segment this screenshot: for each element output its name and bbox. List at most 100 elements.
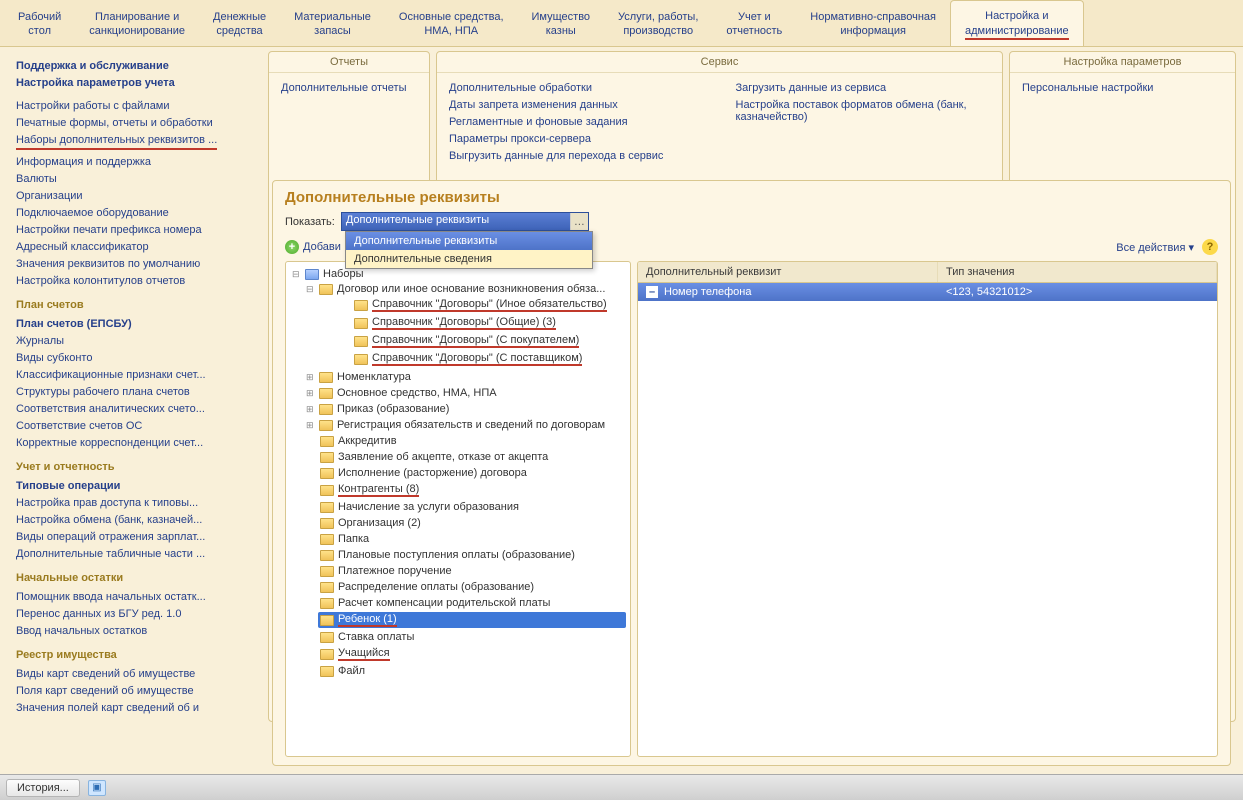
sidebar-link[interactable]: Валюты bbox=[16, 170, 252, 187]
expand-icon[interactable]: ⊞ bbox=[306, 404, 315, 415]
sidebar-link[interactable]: Перенос данных из БГУ ред. 1.0 bbox=[16, 605, 252, 622]
panel-link[interactable]: Загрузить данные из сервиса bbox=[736, 79, 991, 96]
history-button[interactable]: История... bbox=[6, 779, 80, 797]
sidebar-link[interactable]: Классификационные признаки счет... bbox=[16, 366, 252, 383]
sidebar-link[interactable]: План счетов (ЕПСБУ) bbox=[16, 315, 252, 332]
tree-node-label[interactable]: Платежное поручение bbox=[338, 565, 452, 577]
tab-reference[interactable]: Нормативно-справочная информация bbox=[796, 0, 950, 46]
tree-node-label-selected[interactable]: Ребенок (1) bbox=[338, 613, 397, 627]
collapse-icon[interactable]: ⊟ bbox=[306, 284, 315, 295]
filter-select[interactable]: Дополнительные реквизиты … bbox=[341, 212, 589, 231]
sidebar-params[interactable]: Настройка параметров учета bbox=[16, 74, 252, 91]
panel-link[interactable]: Настройка поставок форматов обмена (банк… bbox=[736, 96, 991, 125]
tree-node-label[interactable]: Контрагенты (8) bbox=[338, 483, 419, 497]
sidebar-link[interactable]: Виды операций отражения зарплат... bbox=[16, 528, 252, 545]
table-row-selected[interactable]: –Номер телефона <123, 54321012> bbox=[638, 283, 1217, 301]
dropdown-item[interactable]: Дополнительные реквизиты bbox=[346, 232, 592, 250]
tree-node-label[interactable]: Справочник "Договоры" (С покупателем) bbox=[372, 334, 579, 348]
sidebar-link[interactable]: Адресный классификатор bbox=[16, 238, 252, 255]
sidebar-link[interactable]: Печатные формы, отчеты и обработки bbox=[16, 114, 252, 131]
panel-link[interactable]: Параметры прокси-сервера bbox=[449, 130, 704, 147]
expand-icon[interactable]: ⊞ bbox=[306, 420, 315, 431]
folder-icon bbox=[320, 566, 334, 577]
sidebar-link[interactable]: Виды субконто bbox=[16, 349, 252, 366]
add-button[interactable]: + Добави bbox=[285, 240, 341, 254]
tree-node-label[interactable]: Справочник "Договоры" (Иное обязательств… bbox=[372, 298, 607, 312]
sidebar-link[interactable]: Дополнительные табличные части ... bbox=[16, 545, 252, 562]
sidebar-link[interactable]: Соответствие счетов ОС bbox=[16, 417, 252, 434]
sidebar-link[interactable]: Значения полей карт сведений об и bbox=[16, 699, 252, 716]
tree-node-label[interactable]: Исполнение (расторжение) договора bbox=[338, 467, 527, 479]
tree-node-label[interactable]: Расчет компенсации родительской платы bbox=[338, 597, 550, 609]
windows-icon[interactable]: ▣ bbox=[88, 780, 106, 796]
sidebar-link[interactable]: Виды карт сведений об имуществе bbox=[16, 665, 252, 682]
panel-link[interactable]: Персональные настройки bbox=[1022, 79, 1223, 96]
panel-link[interactable]: Дополнительные отчеты bbox=[281, 79, 417, 96]
tree-node-label[interactable]: Аккредитив bbox=[338, 435, 397, 447]
sidebar-link[interactable]: Журналы bbox=[16, 332, 252, 349]
all-actions-button[interactable]: Все действия ▾ bbox=[1116, 241, 1194, 254]
sidebar-link[interactable]: Структуры рабочего плана счетов bbox=[16, 383, 252, 400]
sidebar-section-reestr: Реестр имущества bbox=[16, 649, 252, 661]
sidebar-link[interactable]: Подключаемое оборудование bbox=[16, 204, 252, 221]
sidebar-link[interactable]: Настройки работы с файлами bbox=[16, 97, 252, 114]
tree-node-label[interactable]: Наборы bbox=[323, 268, 364, 280]
sidebar-support[interactable]: Поддержка и обслуживание bbox=[16, 57, 252, 74]
sidebar-link[interactable]: Настройка обмена (банк, казначей... bbox=[16, 511, 252, 528]
sidebar-link[interactable]: Значения реквизитов по умолчанию bbox=[16, 255, 252, 272]
tab-admin[interactable]: Настройка и администрирование bbox=[950, 0, 1084, 46]
sidebar-link[interactable]: Организации bbox=[16, 187, 252, 204]
dropdown-item[interactable]: Дополнительные сведения bbox=[346, 250, 592, 268]
sidebar-link[interactable]: Типовые операции bbox=[16, 477, 252, 494]
sidebar-link[interactable]: Поля карт сведений об имуществе bbox=[16, 682, 252, 699]
tree-view[interactable]: ⊟ Наборы ⊟ Договор или иное основание возн… bbox=[285, 261, 631, 757]
sidebar-link[interactable]: Соответствия аналитических счето... bbox=[16, 400, 252, 417]
table-header[interactable]: Дополнительный реквизит bbox=[638, 262, 938, 282]
tab-cash[interactable]: Денежные средства bbox=[199, 0, 280, 46]
tab-treasury[interactable]: Имущество казны bbox=[518, 0, 605, 46]
tree-node-label[interactable]: Учащийся bbox=[338, 647, 390, 661]
tree-node-label[interactable]: Плановые поступления оплаты (образование… bbox=[338, 549, 575, 561]
tree-node-label[interactable]: Ставка оплаты bbox=[338, 631, 414, 643]
tree-node-label[interactable]: Договор или иное основание возникновения… bbox=[337, 283, 605, 295]
folder-icon bbox=[354, 336, 368, 347]
tree-node-label[interactable]: Папка bbox=[338, 533, 369, 545]
tab-materials[interactable]: Материальные запасы bbox=[280, 0, 385, 46]
tree-node-label[interactable]: Приказ (образование) bbox=[337, 403, 449, 415]
expand-icon[interactable]: ⊞ bbox=[306, 388, 315, 399]
panel-link[interactable]: Выгрузить данные для перехода в сервис bbox=[449, 147, 704, 164]
table-header[interactable]: Тип значения bbox=[938, 262, 1217, 282]
expand-icon[interactable]: ⊞ bbox=[306, 372, 315, 383]
tab-planning[interactable]: Планирование и санкционирование bbox=[75, 0, 199, 46]
tree-node-label[interactable]: Файл bbox=[338, 665, 365, 677]
sidebar-link[interactable]: Настройка прав доступа к типовы... bbox=[16, 494, 252, 511]
tab-services[interactable]: Услуги, работы, производство bbox=[604, 0, 712, 46]
sidebar-link[interactable]: Корректные корреспонденции счет... bbox=[16, 434, 252, 451]
panel-link[interactable]: Дополнительные обработки bbox=[449, 79, 704, 96]
table-cell: <123, 54321012> bbox=[938, 283, 1217, 301]
panel-link[interactable]: Регламентные и фоновые задания bbox=[449, 113, 704, 130]
sidebar-link[interactable]: Настройка колонтитулов отчетов bbox=[16, 272, 252, 289]
tab-assets[interactable]: Основные средства, НМА, НПА bbox=[385, 0, 518, 46]
sidebar-link-selected[interactable]: Наборы дополнительных реквизитов ... bbox=[16, 131, 217, 150]
tree-node-label[interactable]: Распределение оплаты (образование) bbox=[338, 581, 534, 593]
folder-icon bbox=[320, 550, 334, 561]
tree-node-label[interactable]: Основное средство, НМА, НПА bbox=[337, 387, 497, 399]
tree-node-label[interactable]: Организация (2) bbox=[338, 517, 421, 529]
tree-node-label[interactable]: Заявление об акцепте, отказе от акцепта bbox=[338, 451, 548, 463]
help-icon[interactable]: ? bbox=[1202, 239, 1218, 255]
tab-desktop[interactable]: Рабочий стол bbox=[4, 0, 75, 46]
sidebar-link[interactable]: Информация и поддержка bbox=[16, 153, 252, 170]
tree-node-label[interactable]: Справочник "Договоры" (Общие) (3) bbox=[372, 316, 556, 330]
tree-node-label[interactable]: Справочник "Договоры" (С поставщиком) bbox=[372, 352, 582, 366]
sidebar-link[interactable]: Ввод начальных остатков bbox=[16, 622, 252, 639]
tree-node-label[interactable]: Начисление за услуги образования bbox=[338, 501, 519, 513]
tree-node-label[interactable]: Регистрация обязательств и сведений по д… bbox=[337, 419, 605, 431]
sidebar-link[interactable]: Помощник ввода начальных остатк... bbox=[16, 588, 252, 605]
sidebar-link[interactable]: Настройки печати префикса номера bbox=[16, 221, 252, 238]
ellipsis-icon[interactable]: … bbox=[570, 213, 588, 230]
panel-link[interactable]: Даты запрета изменения данных bbox=[449, 96, 704, 113]
tree-node-label[interactable]: Номенклатура bbox=[337, 371, 411, 383]
collapse-icon[interactable]: ⊟ bbox=[292, 269, 301, 280]
tab-accounting[interactable]: Учет и отчетность bbox=[712, 0, 796, 46]
